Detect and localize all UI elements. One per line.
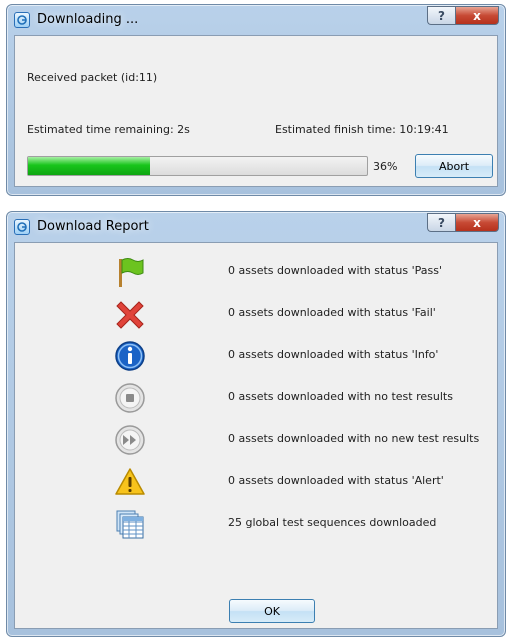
window-title: Downloading ... bbox=[37, 12, 139, 27]
fast-forward-icon bbox=[111, 422, 149, 458]
report-row-fail: 0 assets downloaded with status 'Fail' bbox=[15, 294, 495, 334]
red-cross-icon bbox=[111, 296, 149, 332]
report-label: 0 assets downloaded with status 'Pass' bbox=[228, 264, 442, 277]
help-button[interactable]: ? bbox=[427, 213, 455, 232]
time-remaining: Estimated time remaining: 2s bbox=[27, 123, 190, 136]
ok-button[interactable]: OK bbox=[229, 599, 315, 623]
info-icon bbox=[111, 338, 149, 374]
close-icon: x bbox=[473, 215, 481, 230]
report-label: 0 assets downloaded with status 'Alert' bbox=[228, 474, 444, 487]
report-row-sequences: 25 global test sequences downloaded bbox=[15, 504, 495, 544]
dialog-body: 0 assets downloaded with status 'Pass' 0… bbox=[14, 242, 498, 629]
green-flag-icon bbox=[111, 254, 149, 290]
app-icon bbox=[14, 219, 30, 235]
downloading-dialog: Downloading ... ? x Received packet (id:… bbox=[6, 4, 506, 196]
title-bar[interactable]: Download Report ? x bbox=[7, 212, 505, 242]
report-label: 0 assets downloaded with no new test res… bbox=[228, 432, 480, 445]
report-label: 0 assets downloaded with no test results bbox=[228, 390, 453, 403]
report-row-info: 0 assets downloaded with status 'Info' bbox=[15, 336, 495, 376]
report-label: 0 assets downloaded with status 'Fail' bbox=[228, 306, 436, 319]
report-row-no-new-results: 0 assets downloaded with no new test res… bbox=[15, 420, 495, 460]
status-message: Received packet (id:11) bbox=[27, 71, 158, 84]
abort-button[interactable]: Abort bbox=[415, 154, 493, 178]
close-button[interactable]: x bbox=[455, 6, 499, 25]
report-row-alert: 0 assets downloaded with status 'Alert' bbox=[15, 462, 495, 502]
progress-fill bbox=[28, 157, 151, 175]
report-label: 25 global test sequences downloaded bbox=[228, 516, 437, 529]
stop-icon bbox=[111, 380, 149, 416]
dialog-body: Received packet (id:11) Estimated time r… bbox=[14, 35, 498, 187]
sequences-icon bbox=[111, 506, 149, 542]
app-icon bbox=[14, 12, 30, 28]
progress-bar bbox=[27, 156, 368, 176]
download-report-dialog: Download Report ? x 0 assets downloaded … bbox=[6, 211, 506, 637]
help-icon: ? bbox=[438, 8, 445, 23]
warning-icon bbox=[111, 464, 149, 500]
window-title: Download Report bbox=[37, 219, 149, 234]
help-button[interactable]: ? bbox=[427, 6, 455, 25]
help-icon: ? bbox=[438, 215, 445, 230]
report-row-pass: 0 assets downloaded with status 'Pass' bbox=[15, 252, 495, 292]
finish-time: Estimated finish time: 10:19:41 bbox=[275, 123, 449, 136]
close-icon: x bbox=[473, 8, 481, 23]
report-row-no-results: 0 assets downloaded with no test results bbox=[15, 378, 495, 418]
close-button[interactable]: x bbox=[455, 213, 499, 232]
report-label: 0 assets downloaded with status 'Info' bbox=[228, 348, 439, 361]
title-bar[interactable]: Downloading ... ? x bbox=[7, 5, 505, 35]
progress-percent: 36% bbox=[373, 160, 398, 173]
